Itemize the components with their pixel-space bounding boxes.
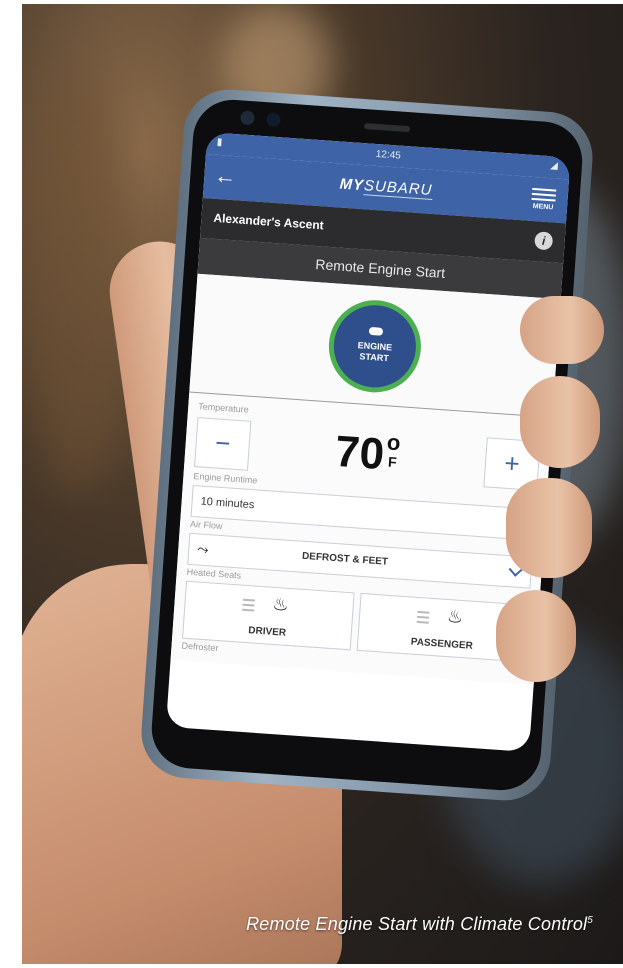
caption-text: Remote Engine Start with Climate Control [246,914,588,934]
key-fob-icon [368,326,384,336]
menu-icon [530,187,559,202]
front-camera [240,110,255,126]
temperature-decrease-button[interactable]: − [194,417,252,471]
heated-seat-icon: ♨ [271,593,290,615]
vehicle-name: Alexander's Ascent [212,210,325,233]
engine-runtime-value: 10 minutes [200,495,255,512]
background-photo: ▮ 12:45 ◢ ← MYSUBARU MENU Alexander's As… [22,4,623,964]
degree-symbol: o [386,429,402,456]
heated-seat-icon: ♨ [446,606,464,628]
finger [520,296,604,364]
finger [520,376,600,468]
heat-level-indicator [416,608,430,627]
logo-bold: MY [339,175,365,195]
earpiece-speaker [364,123,411,133]
engine-start-area: ENGINE START [189,273,561,418]
temperature-unit: o F [385,429,402,471]
caption: Remote Engine Start with Climate Control… [22,914,593,935]
phone-bezel: ▮ 12:45 ◢ ← MYSUBARU MENU Alexander's As… [149,97,585,793]
signal-icon: ◢ [549,160,559,172]
heat-level-indicator [241,596,255,615]
temperature-number: 70 [333,426,386,480]
caption-footnote: 5 [587,915,593,926]
driver-seat-button[interactable]: ♨ DRIVER [182,580,355,651]
menu-button[interactable]: MENU [529,185,559,212]
driver-seat-label: DRIVER [247,625,287,639]
fahrenheit-unit: F [387,453,398,471]
info-icon[interactable]: i [534,231,554,251]
engine-start-button[interactable]: ENGINE START [325,297,425,396]
finger [496,590,576,682]
logo-rest: SUBARU [363,177,434,200]
front-sensor [265,112,281,128]
menu-label: MENU [532,202,554,212]
temperature-value: 70 o F [334,427,402,481]
finger [506,478,592,578]
